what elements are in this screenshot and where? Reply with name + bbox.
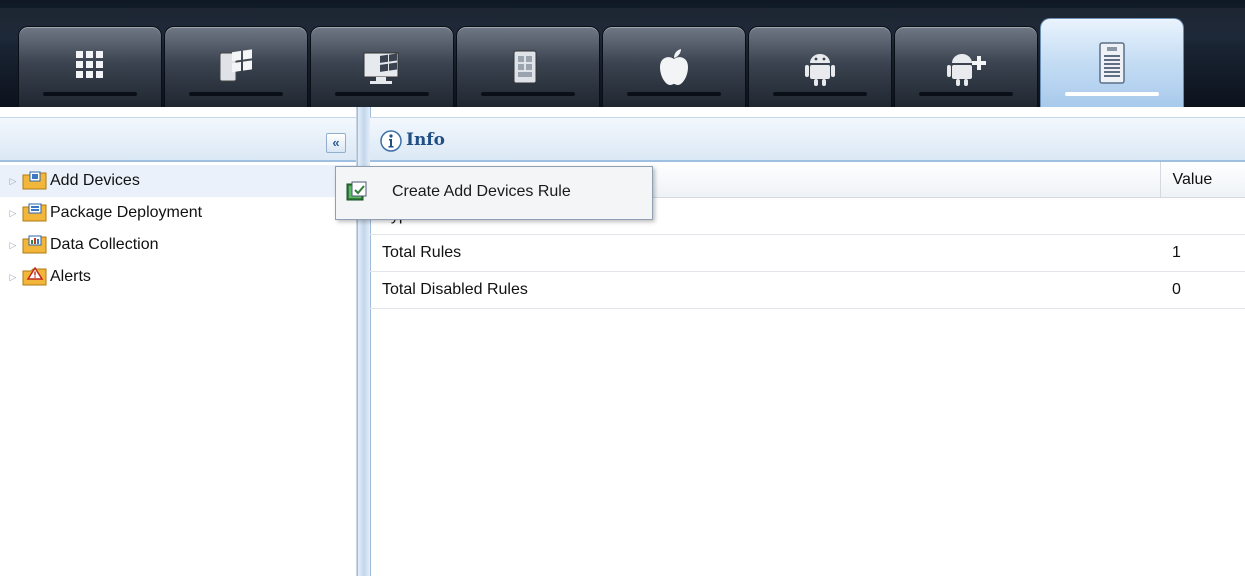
expand-arrow-icon[interactable]: ▷ [4,208,22,219]
apple-icon [660,49,688,85]
folder-add-devices-icon [22,171,47,190]
create-rule-icon [346,181,367,201]
windows-mobile-icon [219,49,252,82]
collapse-panel-button[interactable]: « [326,133,346,153]
menu-item-label: Create Add Devices Rule [392,183,571,200]
tab-document-list[interactable] [1040,18,1184,107]
tree-item-package-deployment[interactable]: ▷ Package Deployment [0,197,356,229]
tree-item-label: Alerts [50,268,91,285]
device-tab-bar [0,0,1245,107]
tab-underline [43,92,137,96]
tree-item-alerts[interactable]: ▷ Alerts [0,261,356,293]
tab-android-plus[interactable] [894,26,1038,107]
tab-underline [335,92,429,96]
row-value: 1 [1160,234,1245,272]
tab-all-devices[interactable] [18,26,162,107]
tab-underline [189,92,283,96]
expand-arrow-icon[interactable]: ▷ [4,240,22,251]
table-row[interactable]: Total Rules 1 [370,234,1245,272]
tab-underline [773,92,867,96]
create-add-devices-rule-menu-item[interactable]: Create Add Devices Rule [340,171,646,213]
folder-package-icon [22,203,47,222]
info-icon [380,130,402,152]
windows-phone-icon [513,50,537,84]
rule-tree: ▷ Add Devices ▷ Package Deployment ▷ Dat… [0,165,356,293]
tab-windows-mobile[interactable] [164,26,308,107]
tab-windows-phone[interactable] [456,26,600,107]
folder-data-icon [22,235,47,254]
tree-item-data-collection[interactable]: ▷ Data Collection [0,229,356,261]
tree-item-label: Data Collection [50,236,159,253]
table-row[interactable]: Total Disabled Rules 0 [370,271,1245,309]
windows-desktop-icon [363,52,399,84]
expand-arrow-icon[interactable]: ▷ [4,176,22,187]
info-panel-title: Info [406,130,445,150]
all-devices-grid-icon [76,51,103,78]
document-list-icon [1099,42,1125,84]
tab-underline [1065,92,1159,96]
row-name: Total Rules [370,234,1160,272]
tab-underline [627,92,721,96]
tree-item-add-devices[interactable]: ▷ Add Devices [0,165,356,197]
navigation-panel: « ▷ Add Devices ▷ Package Deployment ▷ D… [0,107,357,576]
android-icon [805,54,835,86]
tab-apple[interactable] [602,26,746,107]
tree-item-label: Add Devices [50,172,140,189]
context-menu: Create Add Devices Rule [335,166,653,220]
tree-item-label: Package Deployment [50,204,203,221]
tab-underline [919,92,1013,96]
expand-arrow-icon[interactable]: ▷ [4,272,22,283]
android-plus-icon [947,54,986,86]
device-tabs [18,18,1184,107]
tab-android[interactable] [748,26,892,107]
info-panel-header: Info [370,117,1245,162]
folder-alert-icon [22,267,47,286]
tab-underline [481,92,575,96]
row-name: Total Disabled Rules [370,271,1160,309]
row-value [1160,197,1245,235]
column-header-value[interactable]: Value [1159,162,1245,198]
row-value: 0 [1160,271,1245,309]
tab-windows-desktop[interactable] [310,26,454,107]
navigation-panel-header: « [0,117,356,162]
